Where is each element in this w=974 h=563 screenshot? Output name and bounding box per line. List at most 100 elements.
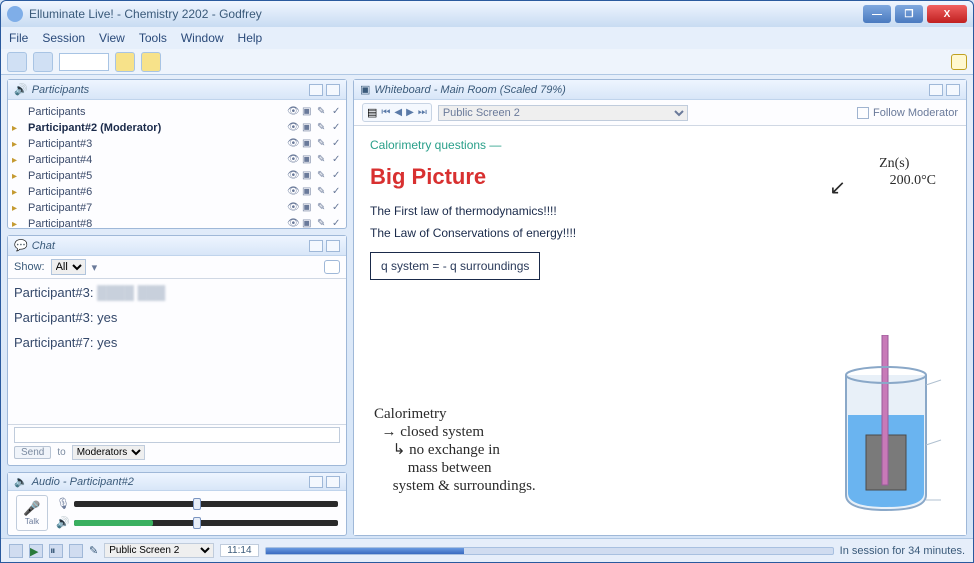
screen-icon[interactable]: ▣ <box>302 171 312 181</box>
participant-row[interactable]: ▸Participant#7👁▣✎✓ <box>12 200 342 216</box>
chat-to-select[interactable]: Moderators <box>72 445 145 460</box>
mic-slider[interactable] <box>74 501 338 507</box>
pen-icon[interactable]: ✎ <box>317 203 327 213</box>
sb-last-button[interactable] <box>69 544 83 558</box>
chat-send-area: Send to Moderators <box>8 425 346 465</box>
wb-first-button[interactable]: ⏮ <box>381 107 390 118</box>
mic-level-icon: 🎙 <box>56 497 68 510</box>
menu-session[interactable]: Session <box>42 31 85 45</box>
sb-first-button[interactable] <box>9 544 23 558</box>
speaker-slider[interactable] <box>74 520 338 526</box>
toolbar-select[interactable] <box>59 53 109 71</box>
menu-tools[interactable]: Tools <box>139 31 167 45</box>
wb-screen-select[interactable]: Public Screen 2 <box>438 105 688 121</box>
menu-window[interactable]: Window <box>181 31 224 45</box>
pen-icon[interactable]: ✎ <box>317 107 327 117</box>
pen-icon[interactable]: ✎ <box>317 123 327 133</box>
screen-icon[interactable]: ▣ <box>302 155 312 165</box>
audio-ctrl-2[interactable] <box>326 476 340 488</box>
wb-ctrl-2[interactable] <box>946 84 960 96</box>
eye-icon[interactable]: 👁 <box>287 107 297 117</box>
follow-checkbox[interactable] <box>857 107 869 119</box>
participants-header[interactable]: 🔊 Participants <box>8 80 346 100</box>
eye-icon[interactable]: 👁 <box>287 139 297 149</box>
check-icon[interactable]: ✓ <box>332 171 342 181</box>
eye-icon[interactable]: 👁 <box>287 123 297 133</box>
pen-icon[interactable]: ✎ <box>317 187 327 197</box>
screen-icon[interactable]: ▣ <box>302 203 312 213</box>
panel-ctrl-1[interactable] <box>309 84 323 96</box>
panel-ctrl-2[interactable] <box>326 84 340 96</box>
wb-ctrl-1[interactable] <box>929 84 943 96</box>
toolbar-btn-2[interactable] <box>33 52 53 72</box>
screen-icon[interactable]: ▣ <box>302 123 312 133</box>
close-button[interactable]: X <box>927 5 967 23</box>
participant-row[interactable]: ▸Participant#3👁▣✎✓ <box>12 136 342 152</box>
wb-last-button[interactable]: ⏭ <box>418 107 427 118</box>
check-icon[interactable]: ✓ <box>332 187 342 197</box>
whiteboard-canvas[interactable]: Calorimetry questions — Big Picture The … <box>354 126 966 535</box>
talk-button[interactable]: 🎤 Talk <box>16 495 48 531</box>
chat-show-select[interactable]: All <box>51 259 86 275</box>
chat-ctrl-1[interactable] <box>309 240 323 252</box>
whiteboard-header[interactable]: ▣ Whiteboard - Main Room (Scaled 79%) <box>354 80 966 100</box>
menu-view[interactable]: View <box>99 31 125 45</box>
eye-icon[interactable]: 👁 <box>287 219 297 228</box>
check-icon[interactable]: ✓ <box>332 219 342 228</box>
menu-help[interactable]: Help <box>238 31 263 45</box>
minimize-button[interactable]: — <box>863 5 891 23</box>
participant-row[interactable]: ▸Participant#6👁▣✎✓ <box>12 184 342 200</box>
screen-icon[interactable]: ▣ <box>302 139 312 149</box>
wb-equation-box: q system = - q surroundings <box>370 252 540 280</box>
screen-icon[interactable]: ▣ <box>302 107 312 117</box>
participant-row[interactable]: ▸Participant#4👁▣✎✓ <box>12 152 342 168</box>
audio-header[interactable]: 🔈 Audio - Participant#2 <box>8 473 346 491</box>
sb-progress[interactable] <box>265 547 834 555</box>
chat-ctrl-2[interactable] <box>326 240 340 252</box>
menu-file[interactable]: File <box>9 31 28 45</box>
chat-input[interactable] <box>14 427 340 443</box>
toolbar-help-icon[interactable] <box>951 54 967 70</box>
chat-bubble-icon[interactable] <box>324 260 340 274</box>
chat-title: Chat <box>32 240 306 252</box>
titlebar[interactable]: Elluminate Live! - Chemistry 2202 - Godf… <box>1 1 973 27</box>
toolbar-btn-1[interactable] <box>7 52 27 72</box>
check-icon[interactable]: ✓ <box>332 123 342 133</box>
screen-icon[interactable]: ▣ <box>302 187 312 197</box>
eye-icon[interactable]: 👁 <box>287 171 297 181</box>
audio-ctrl-1[interactable] <box>309 476 323 488</box>
participant-row[interactable]: ▸Participant#8👁▣✎✓ <box>12 216 342 228</box>
check-icon[interactable]: ✓ <box>332 107 342 117</box>
chat-messages[interactable]: Participant#3: ████ ███Participant#3: ye… <box>8 278 346 425</box>
wb-prev-button[interactable]: ◀ <box>394 107 402 118</box>
send-button[interactable]: Send <box>14 446 51 459</box>
chat-msg-who: Participant#7: <box>14 335 94 350</box>
maximize-button[interactable]: ❐ <box>895 5 923 23</box>
pen-icon[interactable]: ✎ <box>317 155 327 165</box>
toolbar-btn-4[interactable] <box>141 52 161 72</box>
wb-tool-icon[interactable]: ▤ <box>367 106 377 119</box>
eye-icon[interactable]: 👁 <box>287 203 297 213</box>
check-icon[interactable]: ✓ <box>332 155 342 165</box>
wb-link-text[interactable]: Calorimetry questions — <box>370 138 950 152</box>
participants-list[interactable]: Participants👁▣✎✓▸Participant#2 (Moderato… <box>8 100 346 228</box>
sb-play-button[interactable]: ▶ <box>29 544 43 558</box>
participant-name: Participant#5 <box>28 170 283 182</box>
pen-icon[interactable]: ✎ <box>317 171 327 181</box>
wb-next-button[interactable]: ▶ <box>406 107 414 118</box>
eye-icon[interactable]: 👁 <box>287 187 297 197</box>
check-icon[interactable]: ✓ <box>332 203 342 213</box>
pen-icon[interactable]: ✎ <box>317 219 327 228</box>
participant-row[interactable]: ▸Participant#5👁▣✎✓ <box>12 168 342 184</box>
pen-icon[interactable]: ✎ <box>317 139 327 149</box>
chat-header[interactable]: 💬 Chat <box>8 236 346 256</box>
sb-pause-button[interactable]: ⏸ <box>49 544 63 558</box>
screen-icon[interactable]: ▣ <box>302 219 312 228</box>
toolbar-btn-3[interactable] <box>115 52 135 72</box>
participant-row[interactable]: ▸Participant#2 (Moderator)👁▣✎✓ <box>12 120 342 136</box>
hand-top-note: Zn(s) 200.0°C <box>879 156 936 190</box>
sb-screen-select[interactable]: Public Screen 2 <box>104 543 214 558</box>
participant-row[interactable]: Participants👁▣✎✓ <box>12 104 342 120</box>
eye-icon[interactable]: 👁 <box>287 155 297 165</box>
check-icon[interactable]: ✓ <box>332 139 342 149</box>
